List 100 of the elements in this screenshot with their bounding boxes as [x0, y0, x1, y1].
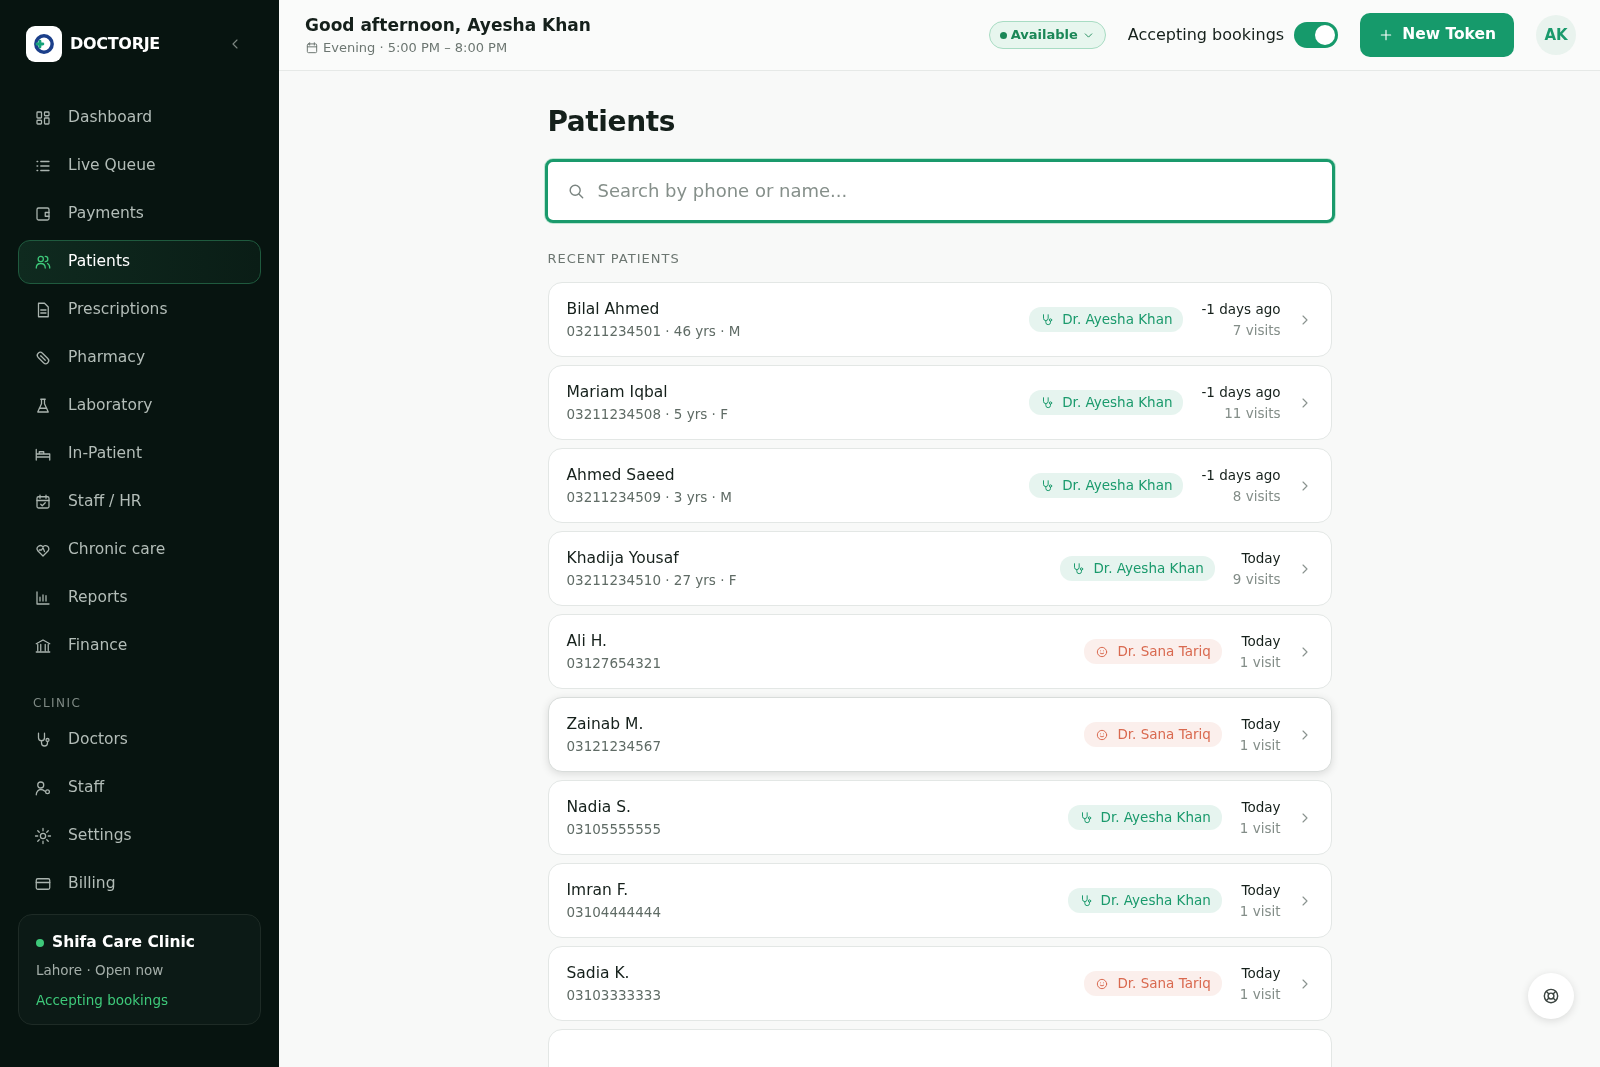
sidebar-item[interactable]: Patients [18, 240, 261, 284]
last-visit: Today [1240, 632, 1281, 652]
users-icon [34, 253, 52, 271]
doctor-tag: Dr. Ayesha Khan [1029, 390, 1184, 415]
sidebar-item[interactable]: Finance [18, 624, 261, 668]
visit-count: 1 visit [1239, 735, 1281, 755]
new-token-button[interactable]: New Token [1360, 13, 1514, 57]
patient-details: 03105555555 [566, 820, 662, 840]
pill-icon [34, 349, 52, 367]
visit-count: 1 visit [1239, 901, 1281, 921]
patient-name: Bilal Ahmed [566, 298, 661, 320]
flask-icon [34, 397, 52, 415]
patient-details: 03127654321 [566, 654, 662, 674]
page-title: Patients [547, 105, 676, 139]
patient-name: Sadia K. [566, 962, 631, 984]
grid-icon [34, 109, 52, 127]
last-visit: Today [1240, 549, 1281, 569]
last-visit: Today [1240, 881, 1281, 901]
clinic-detail: Lahore · Open now [36, 961, 165, 981]
sidebar-item[interactable]: Reports [18, 576, 261, 620]
sidebar-item[interactable]: In-Patient [18, 432, 261, 476]
sidebar-item[interactable]: Chronic care [18, 528, 261, 572]
patient-row[interactable]: Khadija Yousaf 03211234510 · 27 yrs · F Dr. Ayesha Khan Today 9 visits [547, 531, 1332, 607]
card-icon [34, 875, 52, 893]
last-visit: -1 days ago [1201, 466, 1281, 486]
sidebar-item[interactable]: Live Queue [18, 144, 261, 188]
sidebar-item[interactable]: Prescriptions [18, 288, 261, 332]
patient-details: 03211234508 · 5 yrs · F [566, 405, 729, 425]
brand-name: DOCTORJE [70, 33, 160, 55]
patient-row[interactable]: Nadia S. 03105555555 Dr. Ayesha Khan Today 1 visit [547, 780, 1332, 856]
visit-count: 8 visits [1231, 486, 1281, 506]
availability-dropdown[interactable]: Available [988, 21, 1106, 49]
sun-icon [34, 827, 52, 845]
bar-chart-icon [34, 589, 52, 607]
patient-details: 03211234501 · 46 yrs · M [566, 322, 742, 342]
sidebar-item[interactable]: Staff / HR [18, 480, 261, 524]
patient-row[interactable]: Sadia K. 03103333333 Dr. Sana Tariq Today 1 visit [547, 946, 1332, 1022]
sidebar-item[interactable]: Payments [18, 192, 261, 236]
last-visit: Today [1240, 964, 1281, 984]
patient-name: Khadija Yousaf [566, 547, 680, 569]
last-visit: Today [1240, 715, 1281, 735]
sidebar-item[interactable]: Pharmacy [18, 336, 261, 380]
bank-icon [34, 637, 52, 655]
user-icon [34, 779, 52, 797]
patient-row[interactable]: Zainab M. 03121234567 Dr. Sana Tariq Today 1 visit [547, 697, 1332, 773]
doctor-tag: Dr. Ayesha Khan [1067, 888, 1222, 913]
patient-details: 03121234567 [566, 737, 662, 757]
patient-name: Zainab M. [566, 713, 645, 735]
stethoscope-icon [1040, 395, 1055, 410]
visit-count: 1 visit [1239, 984, 1281, 1004]
patient-details: 03103333333 [566, 986, 662, 1006]
bookings-toggle[interactable] [1294, 22, 1339, 48]
smiley-icon [1095, 727, 1110, 742]
search-field[interactable]: Search by phone or name... [544, 158, 1335, 223]
patient-name: Mariam Iqbal [566, 381, 669, 403]
last-visit: -1 days ago [1201, 300, 1281, 320]
wallet-icon [34, 205, 52, 223]
sidebar-item[interactable]: Laboratory [18, 384, 261, 428]
toggle-label: Accepting bookings [1127, 24, 1285, 46]
patient-row[interactable]: Mariam Iqbal 03211234508 · 5 yrs · F Dr. Ayesha Khan -1 days ago 11 visits [547, 365, 1332, 441]
last-visit: Today [1240, 798, 1281, 818]
patient-row[interactable]: Ahmed Saeed 03211234509 · 3 yrs · M Dr. Ayesha Khan -1 days ago 8 visits [547, 448, 1332, 524]
calendar-clock-icon [305, 40, 319, 55]
calendar-icon [34, 493, 52, 511]
visit-count: 1 visit [1239, 652, 1281, 672]
sidebar-item[interactable]: Billing [18, 862, 261, 906]
clinic-name: Shifa Care Clinic [52, 932, 196, 953]
smiley-icon [1095, 976, 1110, 991]
visit-count: 1 visit [1239, 818, 1281, 838]
patient-details: 03211234509 · 3 yrs · M [566, 488, 733, 508]
patient-row[interactable]: Bilal Ahmed 03211234501 · 46 yrs · M Dr. Ayesha Khan -1 days ago 7 visits [547, 282, 1332, 358]
smiley-icon [1095, 644, 1110, 659]
patient-name: Nadia S. [566, 796, 632, 818]
patient-name: Ahmed Saeed [566, 464, 676, 486]
shift-hours: Evening · 5:00 PM – 8:00 PM [323, 39, 508, 57]
patient-details: 03104444444 [566, 903, 662, 923]
logo-icon [26, 26, 62, 62]
patient-name: Imran F. [566, 879, 630, 901]
stethoscope-icon [1071, 561, 1086, 576]
doctor-tag: Dr. Sana Tariq [1084, 722, 1222, 747]
sidebar-item[interactable]: Settings [18, 814, 261, 858]
visit-count: 11 visits [1223, 403, 1281, 423]
doctor-tag: Dr. Sana Tariq [1084, 639, 1222, 664]
visit-count: 9 visits [1232, 569, 1281, 589]
lifebuoy-icon [1541, 986, 1561, 1006]
doctor-tag: Dr. Ayesha Khan [1067, 805, 1222, 830]
booking-status: Accepting bookings [36, 990, 169, 1010]
doctor-tag: Dr. Ayesha Khan [1029, 473, 1184, 498]
doctor-tag: Dr. Sana Tariq [1084, 971, 1222, 996]
sidebar-item[interactable]: Doctors [18, 718, 261, 762]
sidebar-item[interactable]: Dashboard [18, 96, 261, 140]
sidebar-item[interactable]: Staff [18, 766, 261, 810]
patient-name: Ali H. [566, 630, 608, 652]
patient-row[interactable]: Imran F. 03104444444 Dr. Ayesha Khan Today 1 visit [547, 863, 1332, 939]
status-dot [999, 31, 1007, 39]
section-heading: CLINIC [33, 695, 83, 712]
stethoscope-icon [1040, 312, 1055, 327]
stethoscope-icon [1040, 478, 1055, 493]
patient-row[interactable]: Ali H. 03127654321 Dr. Sana Tariq Today 1 visit [547, 614, 1332, 690]
help-button[interactable] [1528, 973, 1574, 1019]
